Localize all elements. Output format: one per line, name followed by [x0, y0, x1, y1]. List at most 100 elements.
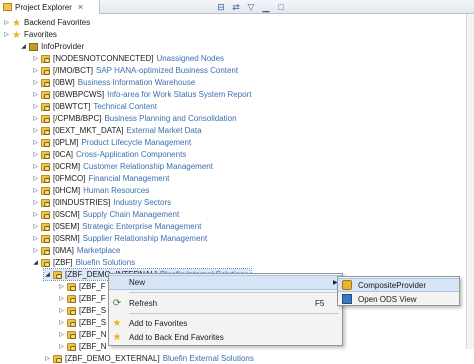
expand-arrow-icon[interactable]: ▷ — [32, 234, 39, 243]
collapse-arrow-icon[interactable]: ◢ — [20, 42, 27, 51]
tree-item-infoarea[interactable]: ▷ [0BWTCT] Technical Content — [32, 101, 157, 112]
infoarea-folder-icon — [41, 186, 50, 195]
expand-arrow-icon[interactable]: ▷ — [32, 138, 39, 147]
expand-arrow-icon[interactable]: ▷ — [32, 114, 39, 123]
tree-item-child[interactable]: ▷ [ZBF_N — [58, 341, 106, 352]
star-icon: ★ — [112, 318, 122, 329]
view-menu-icon[interactable]: ▽ — [246, 2, 256, 12]
tree-item-child[interactable]: ▷ [ZBF_S — [58, 317, 106, 328]
tree-item-infoarea-external[interactable]: ▷ [ZBF_DEMO_EXTERNAL] Bluefin External Sol… — [44, 353, 254, 364]
tree-item-infoprovider[interactable]: ◢ InfoProvider — [20, 41, 84, 52]
node-code: [ZBF_DEMO_EXTERNAL] — [65, 354, 160, 363]
expand-arrow-icon[interactable]: ▷ — [44, 354, 51, 363]
expand-arrow-icon[interactable]: ▷ — [58, 294, 65, 303]
tree-item-infoarea[interactable]: ▷ [0MA] Marketplace — [32, 245, 120, 256]
expand-arrow-icon[interactable]: ▷ — [32, 162, 39, 171]
tab-title: Project Explorer — [15, 2, 72, 12]
project-explorer-tab[interactable]: Project Explorer × — [0, 0, 100, 14]
infoarea-folder-icon — [41, 150, 50, 159]
node-code: [ZBF_F — [79, 294, 106, 303]
menu-item-new[interactable]: New ▶ — [109, 275, 342, 290]
infoarea-folder-icon — [67, 330, 76, 339]
expand-arrow-icon[interactable]: ▷ — [58, 282, 65, 291]
tree-item-infoarea-zbf[interactable]: ◢ [ZBF] Bluefin Solutions — [32, 257, 135, 268]
tree-item-infoarea[interactable]: ▷ [0EXT_MKT_DATA] External Market Data — [32, 125, 201, 136]
tree-item-infoarea[interactable]: ▷ [0BW] Business Information Warehouse — [32, 77, 195, 88]
tree-item-infoarea[interactable]: ▷ [0CA] Cross-Application Components — [32, 149, 186, 160]
node-code: [0EXT_MKT_DATA] — [53, 126, 124, 135]
node-code: [0BWTCT] — [53, 102, 91, 111]
expand-arrow-icon[interactable]: ▷ — [32, 150, 39, 159]
node-description: Marketplace — [76, 246, 121, 255]
expand-arrow-icon[interactable]: ▷ — [3, 18, 10, 27]
tree-item-child[interactable]: ▷ [ZBF_F — [58, 293, 106, 304]
tree-item-infoarea[interactable]: ▷ [0SRM] Supplier Relationship Management — [32, 233, 207, 244]
expand-arrow-icon[interactable]: ▷ — [58, 318, 65, 327]
expand-arrow-icon[interactable]: ▷ — [32, 198, 39, 207]
tree-item-infoarea[interactable]: ▷ [NODESNOTCONNECTED] Unassigned Nodes — [32, 53, 224, 64]
node-description: Customer Relationship Management — [83, 162, 213, 171]
tree-item-infoarea[interactable]: ▷ [0FMCO] Financial Management — [32, 173, 169, 184]
tree-item-infoarea[interactable]: ▷ [0SCM] Supply Chain Management — [32, 209, 179, 220]
expand-arrow-icon[interactable]: ▷ — [32, 174, 39, 183]
refresh-icon: ⟳ — [112, 298, 122, 309]
menu-item-label: New — [129, 278, 146, 287]
menu-item-refresh[interactable]: ⟳ Refresh F5 — [109, 296, 342, 311]
tree-item-label: Favorites — [24, 30, 57, 39]
collapse-arrow-icon[interactable]: ◢ — [44, 270, 51, 279]
maximize-icon[interactable]: □ — [276, 2, 286, 12]
expand-arrow-icon[interactable]: ▷ — [32, 90, 39, 99]
node-description: Business Information Warehouse — [77, 78, 196, 87]
tree-item-infoarea[interactable]: ▷ [0INDUSTRIES] Industry Sectors — [32, 197, 171, 208]
tree-item-infoarea[interactable]: ▷ [0SEM] Strategic Enterprise Management — [32, 221, 201, 232]
expand-arrow-icon[interactable]: ▷ — [32, 66, 39, 75]
close-icon[interactable]: × — [78, 2, 83, 12]
collapse-arrow-icon[interactable]: ◢ — [32, 258, 39, 267]
infoarea-folder-icon — [41, 246, 50, 255]
expand-arrow-icon[interactable]: ▷ — [32, 78, 39, 87]
expand-arrow-icon[interactable]: ▷ — [32, 186, 39, 195]
menu-item-add-to-backend-favorites[interactable]: ★ Add to Back End Favorites — [109, 330, 342, 345]
infoarea-folder-icon — [67, 282, 76, 291]
expand-arrow-icon[interactable]: ▷ — [32, 222, 39, 231]
expand-arrow-icon[interactable]: ▷ — [58, 342, 65, 351]
node-code: [ZBF_S — [79, 306, 107, 315]
expand-arrow-icon[interactable]: ▷ — [3, 30, 10, 39]
tree-item-favorites[interactable]: ▷ ★ Favorites — [3, 29, 57, 40]
tree-item-backend-favorites[interactable]: ▷ ★ Backend Favorites — [3, 17, 90, 28]
tree-item-child[interactable]: ▷ [ZBF_F — [58, 281, 105, 292]
view-tab-bar: Project Explorer × ⊟ ⇄ ▽ ▁ □ — [0, 0, 474, 14]
tree-item-infoarea[interactable]: ▷ [0BWBPCWS] Info-area for Work Status Sys… — [32, 89, 251, 100]
menu-item-add-to-favorites[interactable]: ★ Add to Favorites — [109, 316, 342, 331]
tree-item-infoarea[interactable]: ▷ [0HCM] Human Resources — [32, 185, 149, 196]
tree-item-label: InfoProvider — [41, 42, 85, 51]
expand-arrow-icon[interactable]: ▷ — [58, 306, 65, 315]
tree-item-child[interactable]: ▷ [ZBF_N — [58, 329, 106, 340]
expand-arrow-icon[interactable]: ▷ — [32, 246, 39, 255]
node-description: Human Resources — [83, 186, 150, 195]
vertical-scrollbar[interactable] — [466, 14, 474, 349]
ods-view-icon — [342, 294, 352, 304]
star-icon: ★ — [12, 17, 21, 29]
expand-arrow-icon[interactable]: ▷ — [32, 210, 39, 219]
tree-item-infoarea[interactable]: ▷ [/CPMB/BPC] Business Planning and Consol… — [32, 113, 236, 124]
minimize-icon[interactable]: ▁ — [261, 2, 271, 12]
collapse-all-icon[interactable]: ⊟ — [216, 2, 226, 12]
compositeprovider-icon — [342, 280, 352, 290]
infoarea-folder-icon — [53, 354, 62, 363]
submenu-item-compositeprovider[interactable]: CompositeProvider — [338, 278, 459, 292]
node-description: Product Lifecycle Management — [81, 138, 192, 147]
expand-arrow-icon[interactable]: ▷ — [32, 126, 39, 135]
expand-arrow-icon[interactable]: ▷ — [32, 54, 39, 63]
tree-item-child[interactable]: ▷ [ZBF_S — [58, 305, 106, 316]
tree-item-infoarea[interactable]: ▷ [/IMO/BCT] SAP HANA-optimized Business C… — [32, 65, 238, 76]
infoarea-folder-icon — [67, 342, 76, 351]
infoarea-folder-icon — [41, 210, 50, 219]
expand-arrow-icon[interactable]: ▷ — [32, 102, 39, 111]
submenu-item-open-ods-view[interactable]: Open ODS View — [338, 292, 459, 306]
tree-item-infoarea[interactable]: ▷ [0CRM] Customer Relationship Management — [32, 161, 213, 172]
link-editor-icon[interactable]: ⇄ — [231, 2, 241, 12]
infoarea-folder-icon — [53, 270, 62, 279]
tree-item-infoarea[interactable]: ▷ [0PLM] Product Lifecycle Management — [32, 137, 191, 148]
expand-arrow-icon[interactable]: ▷ — [58, 330, 65, 339]
